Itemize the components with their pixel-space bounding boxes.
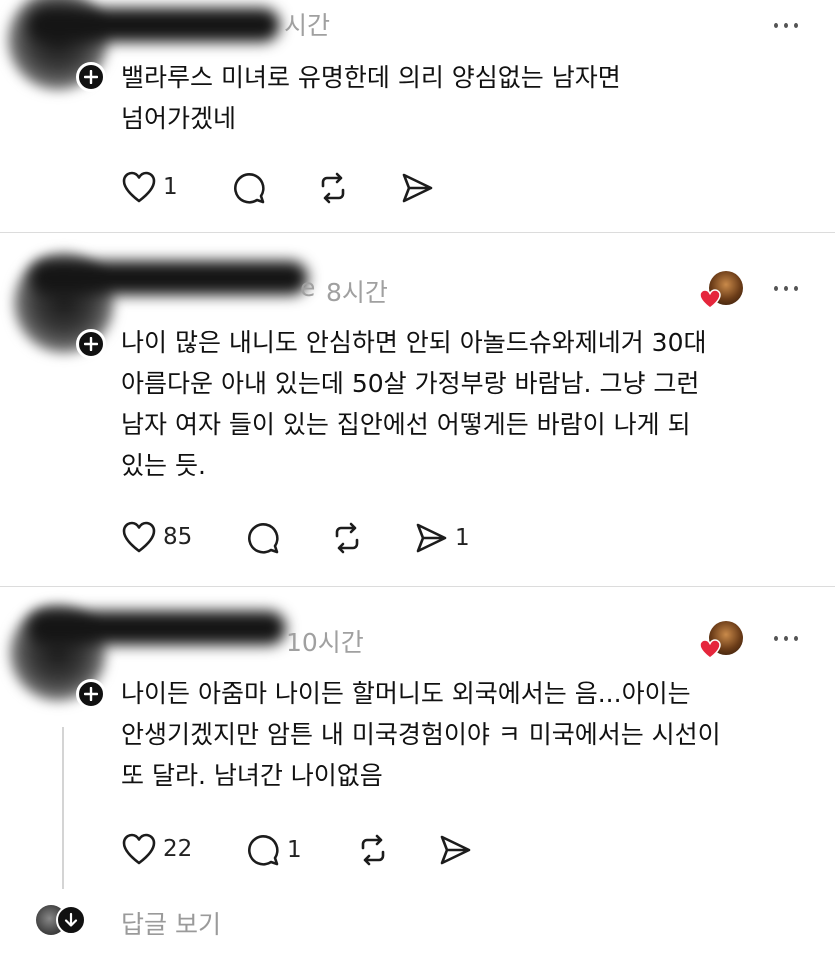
heart-outline-icon [122,833,156,865]
thread-line [62,727,64,889]
timestamp: 8시간 [326,278,388,307]
more-dots-icon [774,285,778,291]
heart-outline-icon [122,171,156,203]
username-redacted[interactable] [28,8,280,42]
follow-button[interactable] [76,329,106,359]
follow-button[interactable] [76,62,106,92]
reply-count: 1 [287,837,302,863]
comment-2: e 8시간 나이 많은 내니도 안심하면 안되 아놀드슈와제네거 30대 아름다… [0,233,835,585]
more-dots-icon [774,22,778,28]
plus-icon [84,70,98,84]
repost-arrows-icon [335,522,359,554]
like-button[interactable]: 1 [121,170,178,204]
speech-bubble-icon [234,173,265,204]
reply-button[interactable] [231,170,267,206]
follow-button[interactable] [76,679,106,709]
comment-text: 밸라루스 미녀로 유명한데 의리 양심없는 남자면 넘어가겠네 [121,63,621,133]
username-fragment: e [300,273,316,302]
timestamp: 시간 [284,11,331,40]
comment-3: 10시간 나이든 아줌마 나이든 할머니도 외국에서는 음...아이는 안생기겠… [0,587,835,957]
more-dots-icon [774,635,778,641]
plus-icon [84,687,98,701]
repost-button[interactable] [315,170,351,206]
like-count: 85 [163,524,193,550]
repost-button[interactable] [355,832,391,868]
repost-arrows-icon [321,172,345,204]
more-options-button[interactable] [771,623,801,653]
view-replies-link[interactable]: 답글 보기 [121,905,221,941]
reply-button[interactable] [245,520,281,556]
more-options-button[interactable] [771,10,801,40]
like-button[interactable]: 85 [121,520,192,554]
arrow-down-icon [64,912,78,927]
username-redacted[interactable] [30,261,308,295]
red-heart-icon [699,639,721,659]
share-button[interactable] [399,170,435,206]
share-button[interactable]: 1 [413,520,470,556]
red-heart-icon [699,289,721,309]
send-paper-plane-icon [416,523,447,553]
share-count: 1 [455,525,470,551]
send-paper-plane-icon [402,173,433,203]
comment-text: 나이든 아줌마 나이든 할머니도 외국에서는 음...아이는 안생기겠지만 암튼… [121,679,721,790]
like-count: 22 [163,836,193,862]
speech-bubble-icon [248,523,279,554]
share-button[interactable] [437,832,473,868]
username-redacted[interactable] [28,611,286,645]
like-button[interactable]: 22 [121,832,192,866]
more-options-button[interactable] [771,273,801,303]
send-paper-plane-icon [440,835,471,865]
repost-arrows-icon [361,834,385,866]
repost-button[interactable] [329,520,365,556]
comment-text: 나이 많은 내니도 안심하면 안되 아놀드슈와제네거 30대 아름다운 아내 있… [121,328,707,480]
heart-outline-icon [122,521,156,553]
reply-button[interactable]: 1 [245,832,302,868]
plus-icon [84,337,98,351]
like-count: 1 [163,174,178,200]
comment-1: 시간 밸라루스 미녀로 유명한데 의리 양심없는 남자면 넘어가겠네 1 [0,0,835,230]
view-replies-button[interactable] [56,905,86,935]
timestamp: 10시간 [286,628,364,657]
speech-bubble-icon [248,835,279,866]
